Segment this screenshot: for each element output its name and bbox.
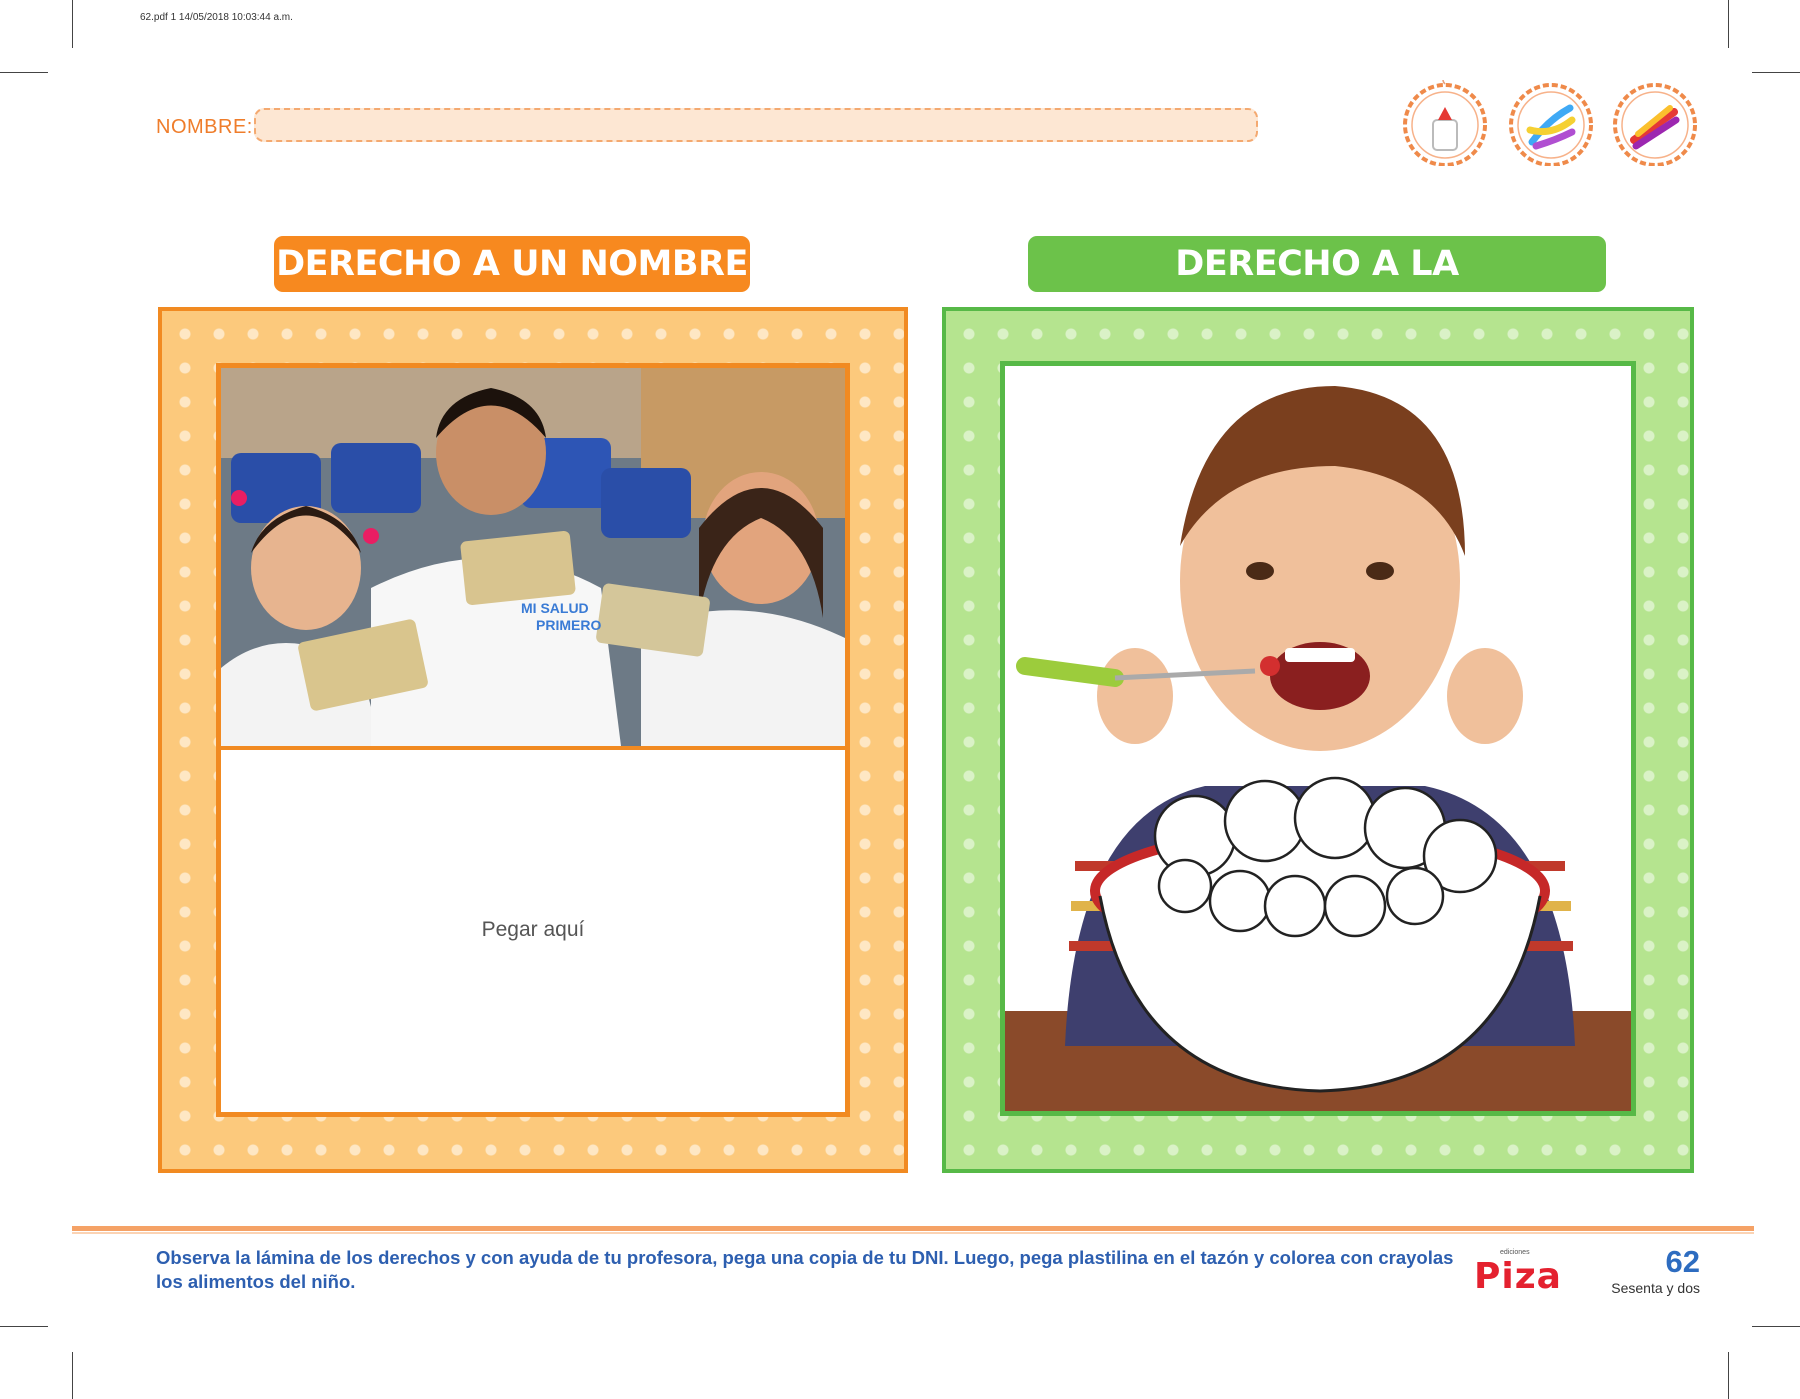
glue-bottle-icon (1403, 80, 1487, 166)
name-label: NOMBRE: (156, 116, 253, 138)
crop-mark (1752, 1326, 1800, 1327)
crop-mark (0, 72, 48, 73)
section-title-name: DERECHO A UN NOMBRE (274, 236, 750, 292)
footer-rule (72, 1226, 1754, 1231)
boy-eating-photo (1000, 361, 1636, 1116)
section-title-food: DERECHO A LA ALIMENTACIÓN (1028, 236, 1606, 340)
crop-mark (72, 1352, 73, 1399)
instructions-text: Observa la lámina de los derechos y con … (156, 1247, 1454, 1292)
paste-here-label: Pegar aquí (481, 918, 585, 941)
page-number-words: Sesenta y dos (1611, 1280, 1700, 1296)
crop-mark (0, 1326, 48, 1327)
publisher-label: ediciones (1500, 1249, 1530, 1256)
name-field[interactable] (254, 108, 1258, 142)
children-dni-photo: MI SALUD PRIMERO (221, 368, 845, 750)
page-number: 62 (1665, 1244, 1700, 1279)
crayons-icon (1613, 83, 1697, 166)
shirt-text: MI SALUD (521, 600, 589, 616)
shirt-text: PRIMERO (536, 617, 601, 633)
crop-mark (72, 0, 73, 48)
crop-mark (1728, 0, 1729, 48)
plasticine-icon (1509, 83, 1593, 166)
publisher-logo: Piza (1474, 1256, 1562, 1297)
crop-mark (1752, 72, 1800, 73)
footer-rule (72, 1232, 1754, 1234)
print-header: 62.pdf 1 14/05/2018 10:03:44 a.m. (140, 12, 293, 23)
crop-mark (1728, 1352, 1729, 1399)
